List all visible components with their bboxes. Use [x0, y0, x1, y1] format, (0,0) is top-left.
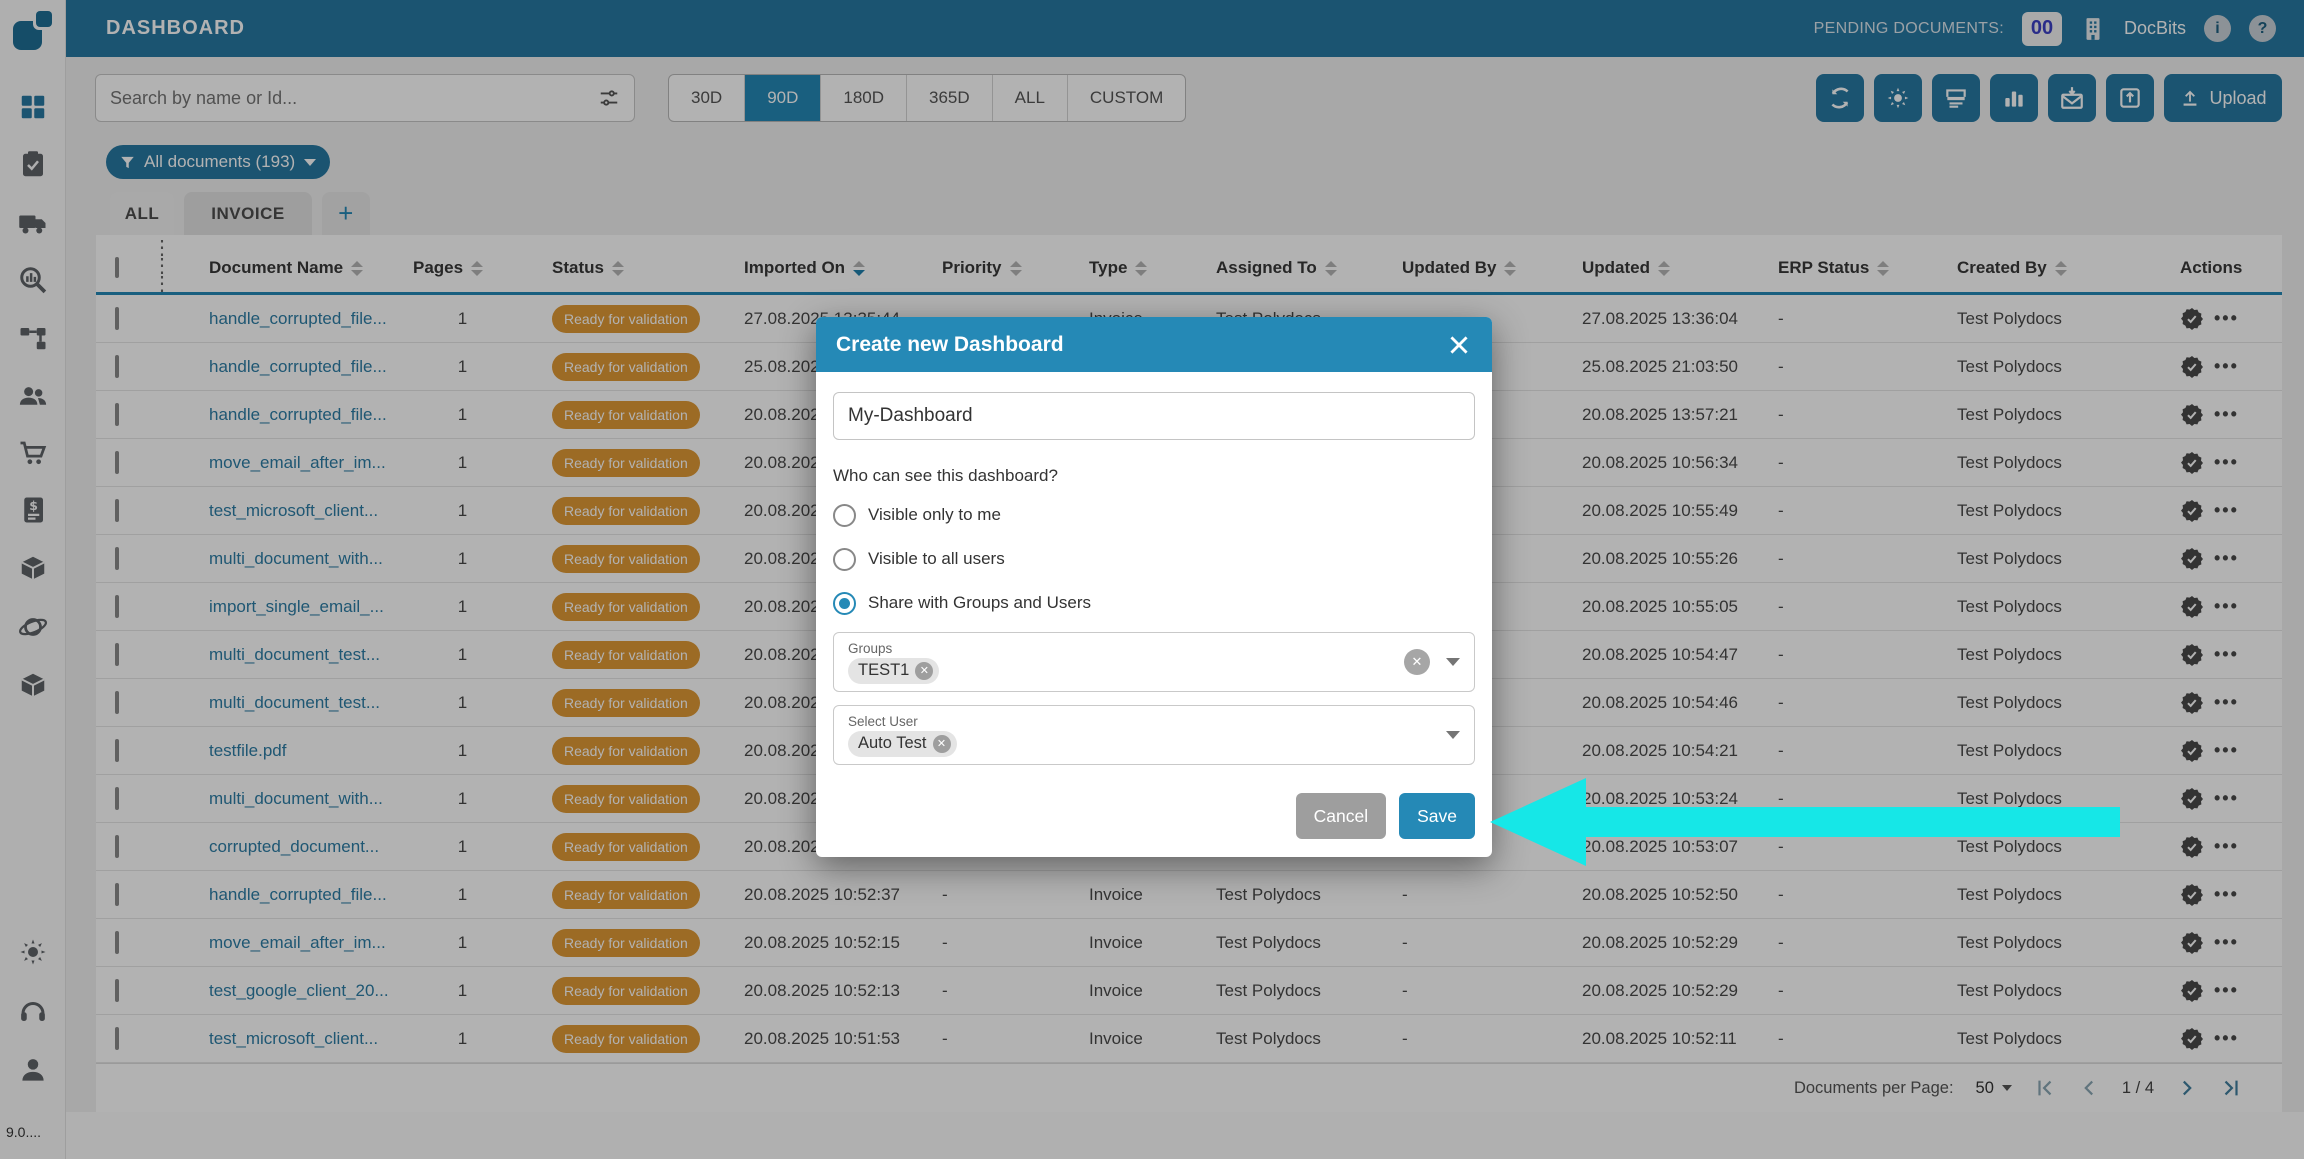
- radio-icon[interactable]: [833, 592, 856, 615]
- save-button[interactable]: Save: [1399, 793, 1475, 839]
- create-dashboard-modal: Create new Dashboard Who can see this da…: [816, 317, 1492, 857]
- close-icon[interactable]: [1446, 332, 1472, 358]
- groups-dropdown-caret-icon[interactable]: [1446, 658, 1460, 666]
- radio-icon[interactable]: [833, 504, 856, 527]
- modal-header: Create new Dashboard: [816, 317, 1492, 372]
- groups-chips: TEST1 ✕: [848, 658, 1404, 684]
- chip-label: TEST1: [858, 661, 909, 680]
- visibility-option-visible-only-to-me[interactable]: Visible only to me: [833, 500, 1475, 530]
- radio-label: Visible only to me: [868, 505, 1001, 525]
- radio-label: Visible to all users: [868, 549, 1005, 569]
- radio-icon[interactable]: [833, 548, 856, 571]
- groups-label: Groups: [848, 641, 1404, 656]
- cancel-button[interactable]: Cancel: [1296, 793, 1386, 839]
- user-select-field[interactable]: Select User Auto Test ✕: [833, 705, 1475, 765]
- user-dropdown-caret-icon[interactable]: [1446, 731, 1460, 739]
- modal-title: Create new Dashboard: [836, 333, 1064, 357]
- select-user-label: Select User: [848, 714, 1446, 729]
- visibility-option-visible-to-all-users[interactable]: Visible to all users: [833, 544, 1475, 574]
- groups-select-field[interactable]: Groups TEST1 ✕ ✕: [833, 632, 1475, 692]
- user-chip: Auto Test ✕: [848, 731, 957, 757]
- visibility-options: Visible only to me Visible to all users Sh…: [833, 500, 1475, 618]
- app-window: $ 9.0.... DASHBOARD PENDING DOCUMENTS: 0…: [0, 0, 2304, 1159]
- group-chip: TEST1 ✕: [848, 658, 939, 684]
- radio-label: Share with Groups and Users: [868, 593, 1091, 613]
- clear-groups-icon[interactable]: ✕: [1404, 649, 1430, 675]
- modal-buttons: Cancel Save: [833, 793, 1475, 839]
- modal-body: Who can see this dashboard? Visible only…: [816, 372, 1492, 857]
- user-chips: Auto Test ✕: [848, 731, 1446, 757]
- chip-remove-icon[interactable]: ✕: [915, 662, 933, 680]
- chip-remove-icon[interactable]: ✕: [933, 735, 951, 753]
- dashboard-name-input[interactable]: [833, 392, 1475, 440]
- visibility-option-share-with-groups-and-users[interactable]: Share with Groups and Users: [833, 588, 1475, 618]
- visibility-question: Who can see this dashboard?: [833, 466, 1475, 486]
- chip-label: Auto Test: [858, 734, 927, 753]
- annotation-arrow: [1490, 778, 2130, 868]
